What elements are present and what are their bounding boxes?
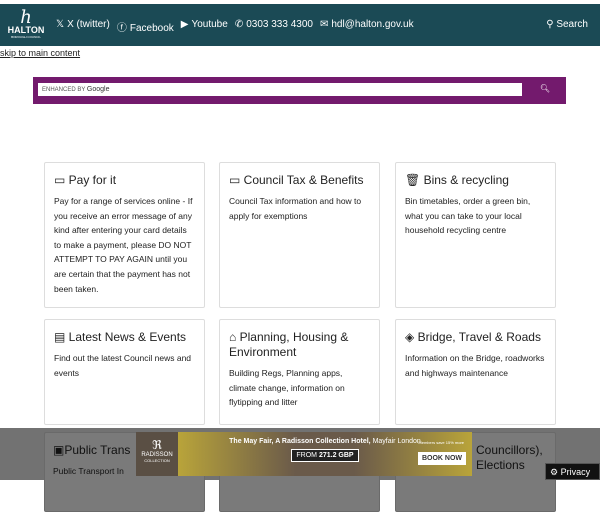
google-search-bar: ENHANCED BY Google 🔍︎	[33, 77, 566, 104]
card-icon: ▭	[54, 173, 69, 187]
card-pay-for-it[interactable]: ▭ Pay for it Pay for a range of services…	[44, 162, 205, 308]
facebook-link[interactable]: ⓕ Facebook	[117, 19, 174, 34]
card-bins[interactable]: 🗑︎ Bins & recycling Bin timetables, orde…	[395, 162, 556, 308]
sign-icon: ◈	[405, 330, 418, 344]
youtube-icon: ▶	[180, 19, 189, 30]
envelope-icon: ✉	[319, 19, 329, 30]
newspaper-icon: ▤	[54, 330, 69, 344]
search-icon: ⚲	[546, 19, 557, 30]
card-bridge[interactable]: ◈ Bridge, Travel & Roads Information on …	[395, 319, 556, 425]
twitter-link[interactable]: 𝕏X (twitter)	[56, 19, 110, 34]
card-news[interactable]: ▤ Latest News & Events Find out the late…	[44, 319, 205, 425]
bin-icon: 🗑︎	[405, 173, 424, 187]
site-header: ℎ HALTON BOROUGH COUNCIL 𝕏X (twitter) ⓕ F…	[0, 4, 600, 46]
window-icon: ▭	[229, 173, 244, 187]
phone-icon: ✆	[234, 19, 244, 30]
privacy-button[interactable]: ⚙ Privacy	[545, 463, 600, 480]
gear-icon: ⚙	[550, 467, 561, 477]
facebook-icon: ⓕ	[116, 23, 127, 34]
halton-logo[interactable]: ℎ HALTON BOROUGH COUNCIL	[6, 9, 46, 44]
bus-icon: ▣	[53, 443, 65, 457]
card-council-tax[interactable]: ▭ Council Tax & Benefits Council Tax inf…	[219, 162, 380, 308]
search-submit-button[interactable]: 🔍︎	[540, 84, 550, 93]
search-button[interactable]: ⚲ Search	[546, 19, 588, 30]
email-link[interactable]: ✉ hdl@halton.gov.uk	[320, 19, 414, 34]
card-planning[interactable]: ⌂ Planning, Housing & Environment Buildi…	[219, 319, 380, 425]
book-now-button[interactable]: BOOK NOW	[417, 452, 466, 465]
advertisement[interactable]: ℜ RADISSON COLLECTION The May Fair, A Radi…	[136, 432, 472, 476]
phone-link[interactable]: ✆ 0303 333 4300	[235, 19, 313, 34]
search-input[interactable]: ENHANCED BY Google	[38, 83, 522, 96]
house-icon: ⌂	[229, 330, 240, 344]
skip-link[interactable]: skip to main content	[0, 48, 80, 58]
youtube-link[interactable]: ▶ Youtube	[181, 19, 228, 34]
search-icon: 🔍︎	[539, 84, 550, 93]
x-icon: 𝕏	[56, 19, 65, 30]
